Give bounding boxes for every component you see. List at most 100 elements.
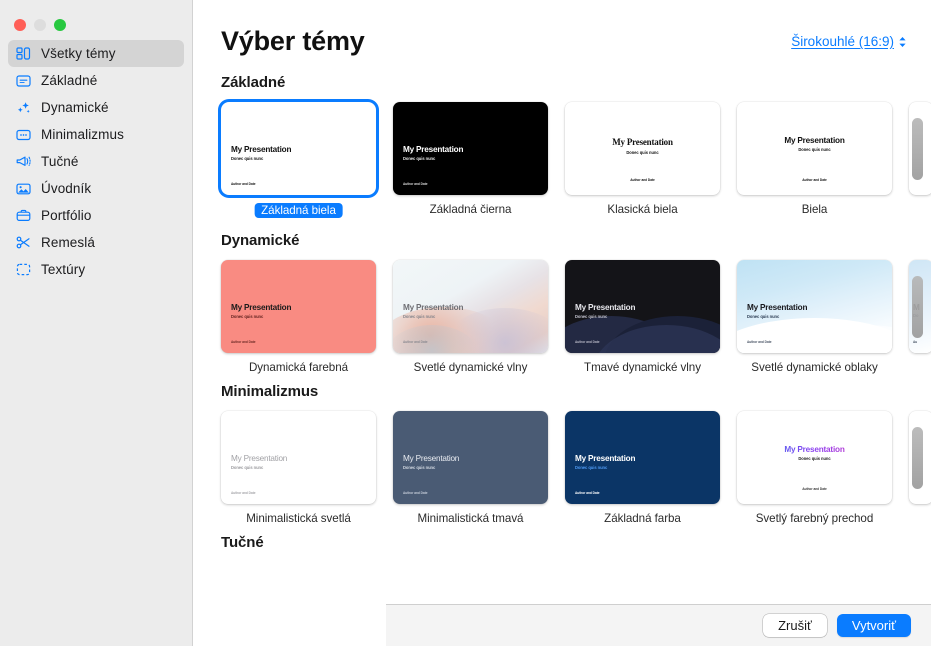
dashed-frame-icon xyxy=(15,261,32,278)
thumb-subtitle: Donec quis nunc xyxy=(798,456,831,462)
theme-name: Svetlé dynamické vlny xyxy=(413,361,528,374)
theme-card[interactable]: My Presentation Donec quis nunc Author and… xyxy=(737,260,892,374)
section-heading: Tučné xyxy=(221,534,264,551)
theme-card[interactable]: My Presentation Donec quis nunc Author and… xyxy=(393,102,548,223)
theme-thumbnail[interactable]: My Presentation Donec quis nunc Author and… xyxy=(565,411,720,504)
sidebar-item-label: Úvodník xyxy=(41,181,92,196)
theme-card[interactable]: My Presentation Donec quis nunc Author and… xyxy=(393,411,548,525)
window-traffic-lights xyxy=(0,0,192,36)
thumb-title: My Presentation xyxy=(575,454,636,463)
briefcase-icon xyxy=(15,207,32,224)
theme-thumbnail[interactable]: My Presentation Donec quis nunc Author and… xyxy=(565,260,720,353)
theme-name: Základná farba xyxy=(604,512,681,525)
sidebar-item-remesl-[interactable]: Remeslá xyxy=(8,229,184,256)
thumb-author: Author and Date xyxy=(403,491,428,495)
zoom-button[interactable] xyxy=(54,19,66,31)
row-scroll-indicator[interactable] xyxy=(912,276,923,338)
thumb-title: My Presentation xyxy=(612,137,673,147)
aspect-ratio-label: Širokouhlé (16:9) xyxy=(791,34,894,49)
thumb-author: Author and Date xyxy=(802,487,827,491)
megaphone-icon xyxy=(15,153,32,170)
thumb-title: My Presentation xyxy=(231,303,292,312)
sidebar-item-z-kladn-[interactable]: Základné xyxy=(8,67,184,94)
theme-thumbnail[interactable]: My Presentation Donec quis nunc Author and… xyxy=(221,411,376,504)
sidebar-item-dynamick-[interactable]: Dynamické xyxy=(8,94,184,121)
thumb-subtitle: Donec quis nunc xyxy=(798,147,831,153)
theme-thumbnail[interactable]: My Presentation Donec quis nunc Author and… xyxy=(737,102,892,195)
sidebar-item-v-etky-t-my[interactable]: Všetky témy xyxy=(8,40,184,67)
theme-thumbnail[interactable]: My Presentation Donec quis nunc Author and… xyxy=(221,102,376,195)
scissors-icon xyxy=(15,234,32,251)
theme-thumbnail[interactable]: My Presentation Donec quis nunc Author and… xyxy=(393,102,548,195)
thumb-author: Author and Date xyxy=(575,340,600,344)
sidebar-item-label: Všetky témy xyxy=(41,46,116,61)
minimal-slide-icon xyxy=(15,126,32,143)
thumb-subtitle: Donec quis nunc xyxy=(575,314,608,320)
main-panel: Výber témy Širokouhlé (16:9) Základné My … xyxy=(193,0,931,646)
theme-name: Základná čierna xyxy=(429,203,512,216)
theme-card[interactable]: My Presentation Donec quis nunc Author and… xyxy=(221,102,376,223)
theme-card[interactable]: My Presentation Donec quis nunc Author and… xyxy=(221,411,376,525)
thumb-title: My Presentation xyxy=(231,145,292,154)
theme-section: Základné My Presentation Donec quis nunc Au… xyxy=(221,74,931,223)
theme-thumbnail[interactable]: My Presentation Donec quis nunc Author and… xyxy=(393,411,548,504)
theme-card[interactable]: My Presentation Donec quis nunc Author and… xyxy=(737,411,892,525)
row-scroll-indicator[interactable] xyxy=(912,118,923,180)
thumb-author: Author and Date xyxy=(403,182,428,186)
theme-caption-wrap: Základná čierna xyxy=(393,203,548,216)
sidebar-item-text-ry[interactable]: Textúry xyxy=(8,256,184,283)
thumb-title: My Presentation xyxy=(403,454,460,463)
theme-scroll-area[interactable]: Základné My Presentation Donec quis nunc Au… xyxy=(193,74,931,646)
sidebar-item-portf-lio[interactable]: Portfólio xyxy=(8,202,184,229)
theme-chooser-window: Všetky témy Základné Dynamické Minimalizmus… xyxy=(0,0,931,646)
theme-name: Klasická biela xyxy=(607,203,678,216)
main-header: Výber témy Širokouhlé (16:9) xyxy=(193,0,931,74)
thumb-subtitle: Donec quis nunc xyxy=(403,314,436,320)
sidebar-nav: Všetky témy Základné Dynamické Minimalizmus… xyxy=(0,40,192,283)
minimize-button[interactable] xyxy=(34,19,46,31)
basic-slide-icon xyxy=(15,72,32,89)
sidebar: Všetky témy Základné Dynamické Minimalizmus… xyxy=(0,0,193,646)
section-heading: Dynamické xyxy=(221,232,300,249)
thumb-subtitle: Donec quis nunc xyxy=(231,156,264,162)
theme-name: Základná biela xyxy=(254,203,343,218)
cancel-button[interactable]: Zrušiť xyxy=(763,614,827,637)
thumb-subtitle: Donec quis nunc xyxy=(231,465,264,471)
theme-caption-wrap: Biela xyxy=(737,203,892,216)
sidebar-item-label: Minimalizmus xyxy=(41,127,124,142)
theme-name: Minimalistická tmavá xyxy=(417,512,524,525)
theme-name: Tmavé dynamické vlny xyxy=(584,361,701,374)
sidebar-item-label: Dynamické xyxy=(41,100,109,115)
theme-thumbnail[interactable]: My Presentation Donec quis nunc Author and… xyxy=(565,102,720,195)
sidebar-item-tu-n-[interactable]: Tučné xyxy=(8,148,184,175)
aspect-ratio-popup[interactable]: Širokouhlé (16:9) xyxy=(791,34,907,49)
sidebar-item-minimalizmus[interactable]: Minimalizmus xyxy=(8,121,184,148)
chevron-up-down-icon xyxy=(898,36,907,48)
thumb-author: Author and Date xyxy=(630,178,655,182)
theme-card[interactable]: My Presentation Donec quis nunc Author and… xyxy=(565,260,720,374)
theme-card[interactable]: My Presentation Donec quis nunc Author and… xyxy=(221,260,376,374)
sidebar-item--vodn-k[interactable]: Úvodník xyxy=(8,175,184,202)
theme-thumbnail[interactable]: My Presentation Donec quis nunc Author and… xyxy=(737,411,892,504)
theme-row: My Presentation Donec quis nunc Author and… xyxy=(221,411,931,525)
theme-card[interactable]: My Presentation Donec quis nunc Author and… xyxy=(565,411,720,525)
thumb-author: Author and Date xyxy=(403,340,428,344)
theme-card[interactable]: My Presentation Donec quis nunc Author and… xyxy=(393,260,548,374)
theme-thumbnail[interactable]: My Presentation Donec quis nunc Author and… xyxy=(737,260,892,353)
photo-icon xyxy=(15,180,32,197)
theme-name: Biela xyxy=(801,203,828,216)
theme-thumbnail[interactable]: My Presentation Donec quis nunc Author and… xyxy=(221,260,376,353)
close-button[interactable] xyxy=(14,19,26,31)
theme-thumbnail[interactable]: My Presentation Donec quis nunc Author and… xyxy=(393,260,548,353)
thumb-subtitle: Donec quis nunc xyxy=(403,156,436,162)
thumb-title: My Presentation xyxy=(745,445,884,454)
theme-row: My Presentation Donec quis nunc Author and… xyxy=(221,102,931,223)
theme-card[interactable]: My Presentation Donec quis nunc Author and… xyxy=(565,102,720,223)
theme-name: Svetlý farebný prechod xyxy=(755,512,874,525)
theme-name: Dynamická farebná xyxy=(248,361,349,374)
create-button[interactable]: Vytvoriť xyxy=(836,614,911,637)
row-scroll-indicator[interactable] xyxy=(912,427,923,489)
theme-card[interactable]: My Presentation Donec quis nunc Author and… xyxy=(737,102,892,223)
thumb-subtitle: Donec quis nunc xyxy=(231,314,264,320)
theme-section: Minimalizmus My Presentation Donec quis nu… xyxy=(221,383,931,525)
